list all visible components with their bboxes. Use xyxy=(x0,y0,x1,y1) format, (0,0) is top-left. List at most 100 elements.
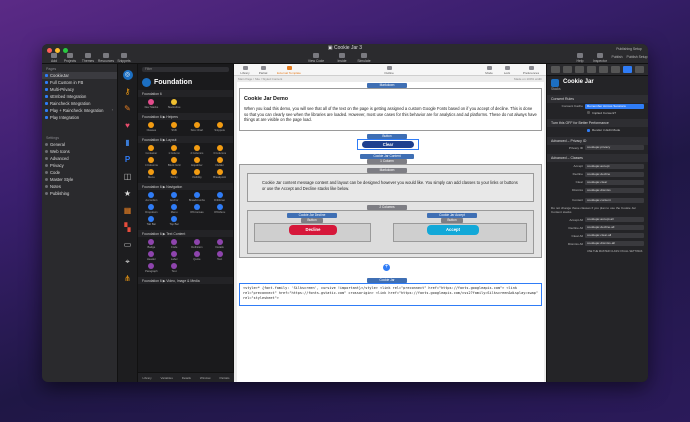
library-stack-item[interactable]: Off-Canvas xyxy=(186,204,209,214)
blocks-category-icon[interactable]: ▚ xyxy=(123,223,133,233)
page-item-raincheck[interactable]: Raincheck Integration xyxy=(42,100,117,107)
library-stack-item[interactable]: Breadcrumbs xyxy=(186,192,209,202)
library-stack-item[interactable]: Visibility xyxy=(186,169,209,179)
map-pin-category-icon[interactable]: ⌖ xyxy=(123,257,133,267)
decline-button[interactable]: Decline xyxy=(289,225,337,235)
library-section-header[interactable]: Foundation 6 ▶ Navigation xyxy=(138,183,233,190)
library-stack-item[interactable]: Menu xyxy=(140,169,163,179)
projects-button[interactable]: Projects xyxy=(60,53,80,63)
library-stack-item[interactable]: Breakpoint xyxy=(208,169,231,179)
library-section-header[interactable]: Foundation 6 ▶ Video, Image & Media xyxy=(138,277,233,284)
library-stack-item[interactable]: Top Bar xyxy=(163,216,186,226)
clear-button[interactable]: Clear xyxy=(362,141,414,148)
grid-category-icon[interactable]: ▦ xyxy=(123,206,133,216)
tab-details[interactable]: Details xyxy=(182,376,191,380)
library-stack-item[interactable]: Shift xyxy=(163,122,186,132)
snippets-button[interactable]: Snippets xyxy=(114,53,134,63)
library-section-header[interactable]: Foundation 6 ▶ Layout xyxy=(138,136,233,143)
library-stack-item[interactable]: 3 Columns xyxy=(208,145,231,155)
foundation-category-icon[interactable]: ◎ xyxy=(122,70,133,80)
heart-category-icon[interactable]: ♥ xyxy=(123,121,133,131)
tab-variables[interactable]: Variables xyxy=(161,376,173,380)
library-section-header[interactable]: Foundation 6 ▶ Text Content xyxy=(138,230,233,237)
add-stack-button[interactable]: + xyxy=(383,264,390,271)
settings-item-code[interactable]: Code xyxy=(42,169,117,176)
library-stack-item[interactable]: Badge xyxy=(140,239,163,249)
tab-box-inspector[interactable] xyxy=(587,66,596,73)
monitor-category-icon[interactable]: ▭ xyxy=(123,240,133,250)
library-stack-item[interactable]: Equalizer xyxy=(186,157,209,167)
share-category-icon[interactable]: ⋔ xyxy=(123,274,133,284)
library-stack-item[interactable]: Quote xyxy=(186,251,209,261)
tab-page-inspector[interactable] xyxy=(551,66,560,73)
library-toggle-button[interactable]: Library xyxy=(236,66,254,75)
library-stack-item[interactable]: Details xyxy=(208,239,231,249)
publish-button[interactable]: Publish xyxy=(608,55,626,59)
settings-item-privacy[interactable]: Privacy xyxy=(42,162,117,169)
library-stack-item[interactable]: Divider xyxy=(208,157,231,167)
tab-link-inspector[interactable] xyxy=(611,66,620,73)
accept-button[interactable]: Accept xyxy=(427,225,479,235)
privacy-id-field[interactable]: cookiejar-privacy xyxy=(585,145,644,151)
star-category-icon[interactable]: ★ xyxy=(123,189,133,199)
preferences-button[interactable]: Preferences xyxy=(518,66,544,75)
tab-stack-inspector[interactable] xyxy=(623,66,632,73)
settings-item-master-style[interactable]: Master Style xyxy=(42,176,117,183)
tab-image-inspector[interactable] xyxy=(599,66,608,73)
library-stack-item[interactable]: Tab Bar xyxy=(140,216,163,226)
library-stack-item[interactable]: 4 Columns xyxy=(140,157,163,167)
library-stack-item[interactable]: 2 Columns xyxy=(186,145,209,155)
class-field[interactable]: cookiejar-dismiss-all xyxy=(585,241,644,247)
library-stack-item[interactable]: Text xyxy=(208,251,231,261)
page-item-full-custom[interactable]: Full Custom in FB xyxy=(42,79,117,86)
tab-library[interactable]: Library xyxy=(142,376,151,380)
partial-button[interactable]: Partial xyxy=(254,66,272,75)
publishing-setup-button[interactable]: Publishing Setup xyxy=(612,47,646,51)
chevron-right-icon[interactable]: › xyxy=(112,107,113,114)
library-stack-item[interactable]: Anchor xyxy=(163,192,186,202)
library-stack-item[interactable]: Accordion xyxy=(140,192,163,202)
library-section-header[interactable]: Foundation 6 xyxy=(138,90,233,97)
tab-partials[interactable]: Partials xyxy=(219,376,229,380)
library-stack-item[interactable]: Drilldown xyxy=(208,192,231,202)
cookie-jar-stack[interactable]: <style>* {font-family: 'Silkscreen', cur… xyxy=(239,283,542,306)
library-stack-item[interactable]: Paragraph xyxy=(140,263,163,273)
resources-button[interactable]: Resources xyxy=(96,53,116,63)
implied-consent-checkbox[interactable] xyxy=(587,111,590,115)
class-field[interactable]: cookiejar-decline xyxy=(585,171,644,177)
class-field[interactable]: cookiejar-clear-all xyxy=(585,233,644,239)
render-edit-checkbox[interactable] xyxy=(587,128,590,132)
wand-category-icon[interactable]: ✎ xyxy=(123,104,133,114)
library-search-input[interactable]: Filter xyxy=(142,67,229,72)
library-stack-item[interactable]: Menu xyxy=(163,204,186,214)
library-stack-item[interactable]: Container xyxy=(140,145,163,155)
library-stack-item[interactable]: Stacksfree xyxy=(163,99,186,109)
breadcrumb-path[interactable]: Main Page / Site / Styled Content xyxy=(238,77,282,81)
page-item-sembed[interactable]: sEmbed Integration xyxy=(42,93,117,100)
page-item-play-raincheck[interactable]: Play + Raincheck Integration › xyxy=(42,107,117,114)
settings-item-notes[interactable]: Notes xyxy=(42,183,117,190)
external-template-button[interactable]: External Template xyxy=(272,66,306,75)
library-stack-item[interactable]: Off-Menu xyxy=(208,204,231,214)
flag-category-icon[interactable]: ▮ xyxy=(123,138,133,148)
lock-button[interactable]: Lock xyxy=(498,66,516,75)
tab-window[interactable]: Window xyxy=(200,376,211,380)
page-item-play[interactable]: Play Integration xyxy=(42,114,117,121)
settings-item-publishing[interactable]: Publishing xyxy=(42,190,117,197)
p-category-icon[interactable]: P xyxy=(123,155,133,165)
markdown-stack[interactable]: Cookie Jar Demo When you load this demo,… xyxy=(239,88,542,131)
inspector-button[interactable]: Inspector xyxy=(590,53,610,63)
consent-rules-section[interactable]: Consent Rules xyxy=(547,95,648,103)
inside-button[interactable]: Inside xyxy=(332,53,352,63)
classes-section[interactable]: Advanced – Classes xyxy=(547,154,648,162)
content-markdown-stack[interactable]: Cookie Jar content message content and l… xyxy=(247,173,534,202)
library-stack-item[interactable]: Text xyxy=(163,263,186,273)
library-stack-item[interactable]: Block Grid xyxy=(163,157,186,167)
content-class-field[interactable]: cookiejar-content xyxy=(585,197,644,203)
themes-button[interactable]: Themes xyxy=(78,53,98,63)
library-stack-item[interactable]: Definition xyxy=(186,239,209,249)
key-category-icon[interactable]: ⚷ xyxy=(123,87,133,97)
simulate-button[interactable]: Simulate xyxy=(354,53,374,63)
class-field[interactable]: cookiejar-dismiss xyxy=(585,187,644,193)
settings-item-general[interactable]: General xyxy=(42,141,117,148)
